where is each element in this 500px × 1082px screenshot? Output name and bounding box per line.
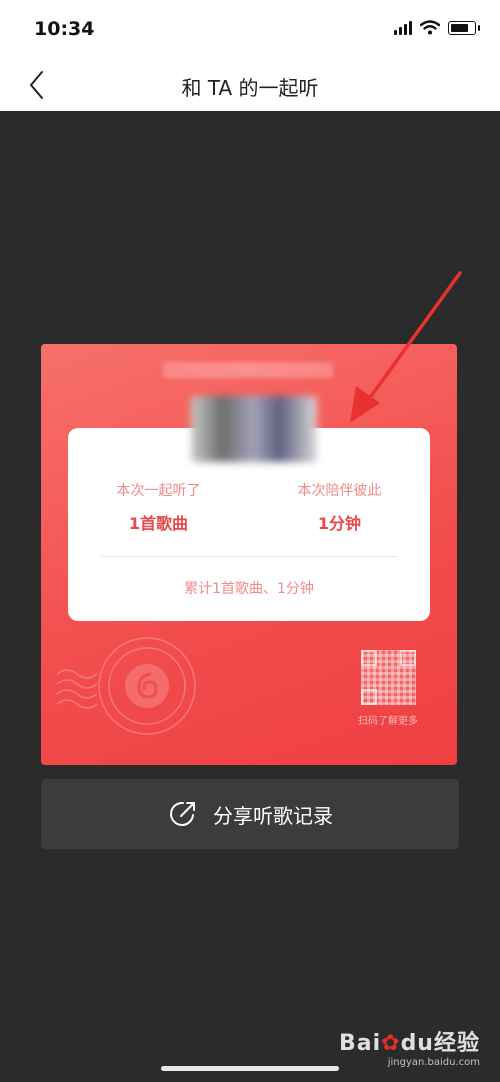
cellular-signal-icon: [394, 20, 412, 35]
blurred-avatars: [191, 396, 317, 462]
status-icons: [394, 20, 480, 35]
duration-stat-value: 1分钟: [317, 514, 362, 533]
nav-bar: 和 TA 的一起听: [0, 58, 500, 111]
watermark-logo-part: Bai: [338, 1031, 382, 1056]
netease-stamp-icon: [56, 637, 196, 735]
baidu-jingyan-watermark: Bai✿du经验 jingyan.baidu.com: [339, 1025, 480, 1068]
battery-level: [451, 23, 468, 32]
wifi-icon: [420, 20, 440, 35]
home-indicator[interactable]: [161, 1066, 339, 1071]
qr-code: [361, 650, 416, 705]
cumulative-total: 累计1首歌曲、1分钟: [184, 581, 314, 597]
qr-corner: [400, 650, 416, 666]
duration-stat-label: 本次陪伴彼此: [297, 483, 382, 499]
status-bar: 10:34: [0, 0, 500, 58]
duration-stat: 本次陪伴彼此 1分钟: [249, 480, 430, 534]
songs-stat-value: 1首歌曲: [128, 514, 189, 533]
page-title: 和 TA 的一起听: [181, 76, 319, 100]
watermark-logo: Bai✿du经验: [339, 1025, 480, 1057]
qr-corner: [361, 650, 377, 666]
songs-stat: 本次一起听了 1首歌曲: [68, 480, 249, 534]
watermark-url: jingyan.baidu.com: [387, 1057, 480, 1068]
divider: [101, 556, 397, 557]
qr-corner: [361, 689, 377, 705]
blurred-username: [163, 362, 333, 378]
status-time: 10:34: [34, 18, 95, 40]
share-button-label: 分享听歌记录: [213, 803, 333, 828]
songs-stat-label: 本次一起听了: [116, 483, 201, 499]
qr-label: 扫码了解更多: [358, 716, 418, 727]
paw-icon: ✿: [381, 1031, 401, 1056]
watermark-logo-part: du: [400, 1031, 434, 1056]
battery-icon: [448, 20, 480, 35]
annotation-arrow-icon: [350, 271, 462, 423]
watermark-logo-part: 经验: [433, 1031, 480, 1056]
share-listening-record-button[interactable]: 分享听歌记录: [41, 779, 459, 849]
share-icon: [170, 801, 195, 826]
